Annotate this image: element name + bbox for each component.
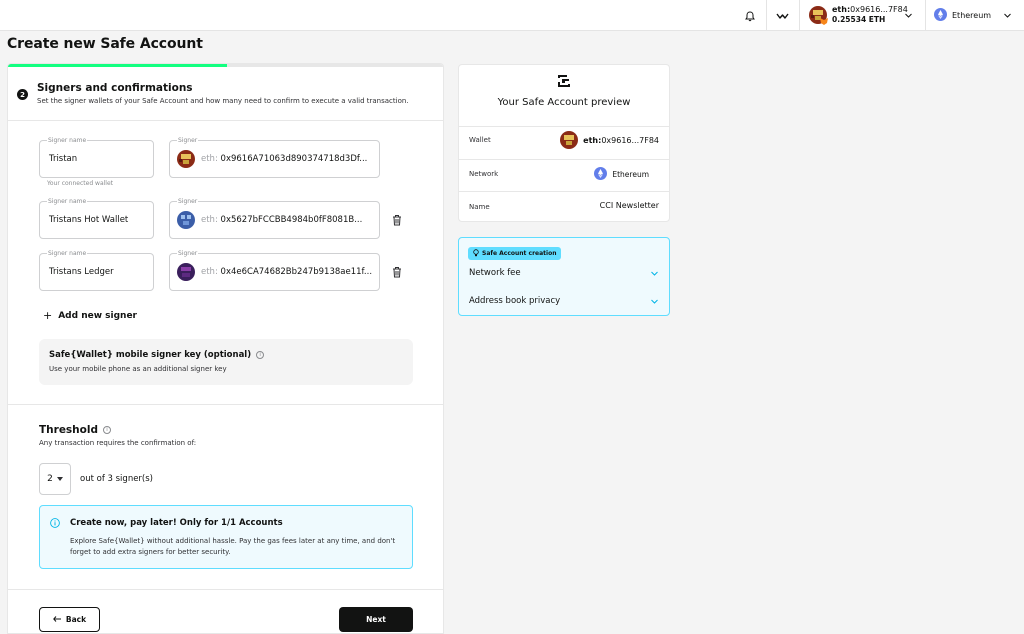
pay-later-title: Create now, pay later! Only for 1/1 Acco…: [70, 518, 283, 528]
network-fee-accordion[interactable]: Network fee: [469, 268, 659, 278]
connected-wallet-hint: Your connected wallet: [47, 180, 114, 187]
wallet-value: eth:0x9616...7F84: [560, 131, 659, 149]
top-bar: eth:0x9616...7F84 0.25534 ETH Ethereum: [0, 0, 1024, 31]
chevron-down-icon[interactable]: [904, 11, 913, 20]
divider: [459, 126, 669, 127]
chevron-down-icon[interactable]: [1003, 11, 1012, 20]
network-label: Ethereum: [952, 10, 992, 20]
account-balance: 0.25534 ETH: [832, 15, 886, 24]
arrow-left-icon: [53, 615, 61, 624]
walletconnect-icon[interactable]: [775, 9, 789, 23]
step-subtitle: Set the signer wallets of your Safe Acco…: [37, 97, 409, 105]
identicon: [177, 150, 195, 171]
network-selector[interactable]: Ethereum: [934, 7, 992, 23]
field-label: Signer: [177, 136, 199, 145]
info-icon[interactable]: i: [256, 351, 265, 359]
threshold-subtitle: Any transaction requires the confirmatio…: [39, 439, 197, 447]
name-label: Name: [469, 203, 490, 211]
field-label: Signer: [177, 249, 199, 258]
field-label: Signer name: [47, 136, 88, 145]
pay-later-notice: Create now, pay later! Only for 1/1 Acco…: [39, 505, 413, 569]
network-value: Ethereum: [594, 167, 649, 182]
info-icon: [50, 518, 60, 531]
divider: [799, 0, 800, 31]
delete-signer-icon[interactable]: [391, 214, 403, 226]
signer-name-input[interactable]: Signer name Tristans Hot Wallet: [39, 197, 154, 239]
divider: [8, 589, 443, 590]
signer-address: eth: 0x5627bFCCBB4984b0fF8081B...: [201, 215, 363, 225]
divider: [766, 0, 767, 31]
mobile-signer-title: Safe{Wallet} mobile signer key (optional…: [49, 350, 265, 360]
account-address: eth:0x9616...7F84: [832, 5, 908, 14]
ethereum-icon: [594, 167, 608, 182]
safe-preview-card: Your Safe Account preview Wallet eth:0x9…: [458, 64, 670, 222]
add-signer-button[interactable]: + Add new signer: [43, 309, 137, 322]
info-icon[interactable]: i: [103, 426, 111, 434]
account-selector[interactable]: eth:0x9616...7F84 0.25534 ETH: [809, 4, 919, 26]
network-label: Network: [469, 170, 499, 178]
field-label: Signer: [177, 197, 199, 206]
mobile-signer-subtitle: Use your mobile phone as an additional s…: [49, 365, 227, 373]
delete-signer-icon[interactable]: [391, 266, 403, 278]
field-label: Signer name: [47, 197, 88, 206]
field-value: Tristan: [49, 154, 78, 164]
threshold-select[interactable]: 2: [39, 463, 71, 495]
signer-name-input[interactable]: Signer name Tristan: [39, 136, 154, 178]
plus-icon: +: [43, 309, 53, 322]
caret-down-icon: [56, 477, 63, 481]
identicon: [177, 263, 195, 284]
threshold-out-of: out of 3 signer(s): [80, 474, 153, 484]
safe-creation-card: Safe Account creation Network fee Addres…: [458, 237, 670, 316]
back-button[interactable]: Back: [39, 607, 100, 632]
step-title: Signers and confirmations: [37, 82, 193, 94]
add-signer-label: Add new signer: [58, 310, 137, 321]
divider: [459, 159, 669, 160]
metamask-icon: [820, 18, 828, 28]
signer-address-input[interactable]: Signer eth: 0x5627bFCCBB4984b0fF8081B...: [169, 197, 380, 239]
bell-icon[interactable]: [743, 9, 757, 23]
safe-logo-icon: [557, 74, 571, 91]
field-value: Tristans Ledger: [49, 267, 114, 277]
accordion-label: Address book privacy: [469, 296, 561, 306]
signer-address: eth: 0x9616A71063d890374718d3Df...: [201, 154, 368, 164]
address-book-privacy-accordion[interactable]: Address book privacy: [469, 296, 659, 306]
wallet-label: Wallet: [469, 136, 491, 144]
chevron-down-icon: [651, 271, 658, 276]
field-value: Tristans Hot Wallet: [49, 215, 129, 225]
lightbulb-icon: [473, 248, 479, 259]
chevron-down-icon: [651, 299, 658, 304]
divider: [925, 0, 926, 31]
signer-address-input[interactable]: Signer eth: 0x4e6CA74682Bb247b9138ae11f.…: [169, 249, 380, 291]
signer-address-input[interactable]: Signer eth: 0x9616A71063d890374718d3Df..…: [169, 136, 380, 178]
pay-later-description: Explore Safe{Wallet} without additional …: [70, 537, 396, 556]
back-label: Back: [65, 615, 87, 624]
create-safe-card: 2 Signers and confirmations Set the sign…: [7, 63, 444, 634]
ethereum-icon: [934, 7, 947, 23]
signer-name-input[interactable]: Signer name Tristans Ledger: [39, 249, 154, 291]
threshold-value: 2: [47, 474, 53, 484]
threshold-title: Threshold i: [39, 424, 111, 436]
field-label: Signer name: [47, 249, 88, 258]
next-button[interactable]: Next: [339, 607, 413, 632]
divider: [8, 120, 443, 121]
page-title: Create new Safe Account: [7, 36, 203, 52]
name-value: CCI Newsletter: [599, 201, 659, 210]
divider: [8, 404, 443, 405]
accordion-label: Network fee: [469, 268, 521, 278]
mobile-signer-box[interactable]: Safe{Wallet} mobile signer key (optional…: [39, 339, 413, 385]
step-number: 2: [17, 89, 28, 100]
progress-fill: [8, 64, 227, 67]
identicon: [177, 211, 195, 232]
creation-badge: Safe Account creation: [468, 247, 562, 260]
identicon: [560, 131, 579, 149]
divider: [459, 191, 669, 192]
signer-address: eth: 0x4e6CA74682Bb247b9138ae11f...: [201, 267, 373, 277]
preview-title: Your Safe Account preview: [497, 97, 631, 108]
progress-bar: [8, 64, 443, 67]
